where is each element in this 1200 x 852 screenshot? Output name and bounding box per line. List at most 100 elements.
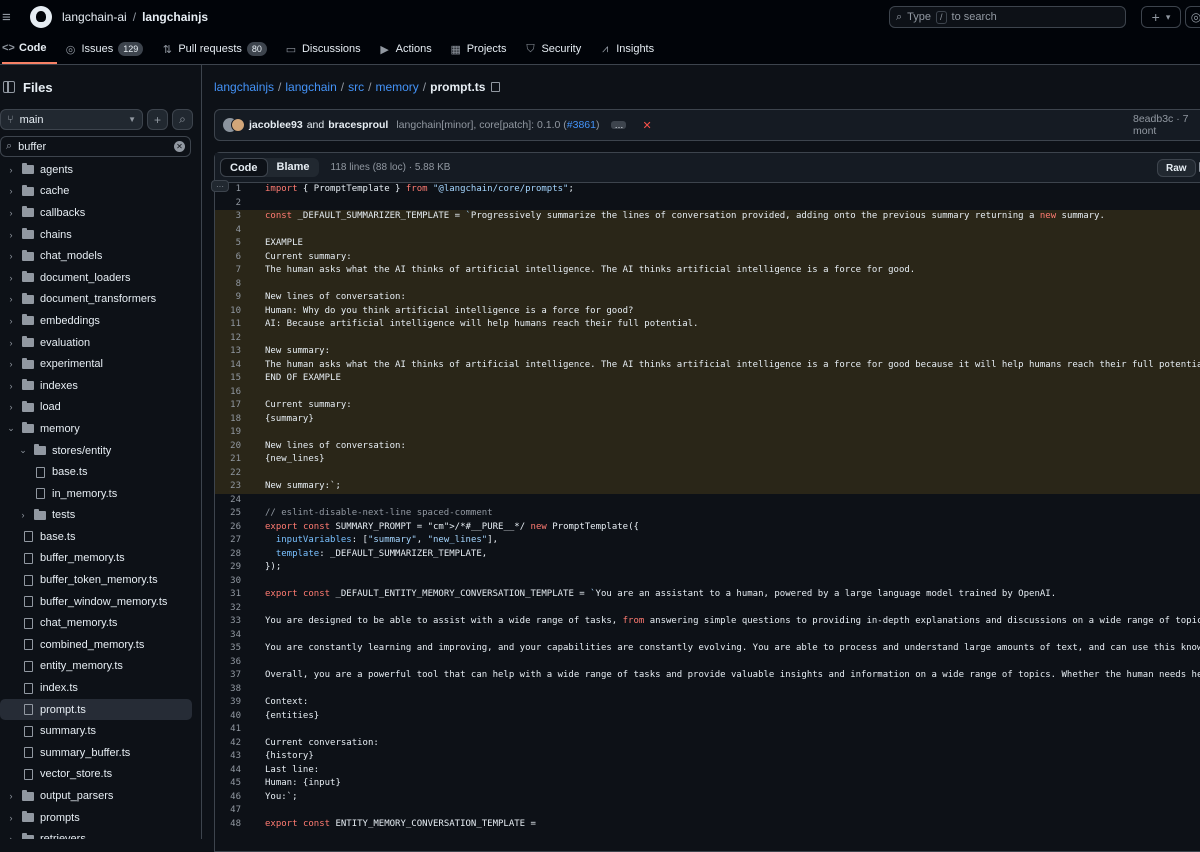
tree-file-item[interactable]: index.ts: [0, 677, 200, 699]
line-number[interactable]: 9: [215, 291, 253, 305]
tree-folder-item[interactable]: › retrievers: [0, 828, 200, 839]
commit-author-link[interactable]: jacoblee93: [249, 119, 303, 131]
line-number[interactable]: 12: [215, 332, 253, 346]
line-number[interactable]: 17: [215, 399, 253, 413]
line-number[interactable]: 21: [215, 453, 253, 467]
tab-code[interactable]: <> Code: [2, 34, 57, 64]
chevron-right-icon[interactable]: ›: [6, 359, 16, 369]
owner-link[interactable]: langchain-ai: [62, 10, 127, 24]
line-number[interactable]: 42: [215, 737, 253, 751]
tab-code[interactable]: Code: [220, 158, 268, 177]
menu-icon[interactable]: ≡: [2, 9, 20, 26]
pull-request-link[interactable]: #3861: [567, 119, 596, 131]
tree-file-item[interactable]: buffer_window_memory.ts: [0, 591, 200, 613]
issues-icon[interactable]: ◎: [1185, 6, 1200, 28]
check-failed-icon[interactable]: ✕: [642, 119, 651, 132]
tab-actions[interactable]: ▶ Actions: [379, 34, 442, 64]
tree-file-item[interactable]: in_memory.ts: [0, 483, 200, 505]
line-number[interactable]: 39: [215, 696, 253, 710]
line-number[interactable]: 13: [215, 345, 253, 359]
sidebar-collapse-icon[interactable]: [3, 81, 15, 93]
chevron-right-icon[interactable]: ›: [6, 186, 16, 196]
line-number[interactable]: 38: [215, 683, 253, 697]
commit-message[interactable]: langchain[minor], core[patch]: 0.1.0 (#3…: [396, 119, 599, 131]
tree-folder-item[interactable]: › callbacks: [0, 202, 200, 224]
line-number[interactable]: 31: [215, 588, 253, 602]
line-number[interactable]: 34: [215, 629, 253, 643]
line-number[interactable]: 26: [215, 521, 253, 535]
tree-folder-item[interactable]: › evaluation: [0, 332, 200, 354]
tree-file-item[interactable]: entity_memory.ts: [0, 656, 200, 678]
copy-path-icon[interactable]: [491, 82, 501, 92]
chevron-right-icon[interactable]: ›: [6, 165, 16, 175]
tab-blame[interactable]: Blame: [268, 158, 319, 177]
tree-folder-item[interactable]: › experimental: [0, 353, 200, 375]
tree-folder-item[interactable]: ⌄ stores/entity: [0, 440, 200, 462]
add-file-button[interactable]: +: [147, 109, 168, 130]
chevron-down-icon[interactable]: ⌄: [18, 445, 28, 456]
github-logo-icon[interactable]: [30, 6, 52, 28]
tree-file-item[interactable]: summary_buffer.ts: [0, 742, 200, 764]
chevron-right-icon[interactable]: ›: [6, 381, 16, 391]
clear-filter-icon[interactable]: ✕: [174, 141, 185, 152]
chevron-right-icon[interactable]: ›: [6, 208, 16, 218]
line-number[interactable]: 18: [215, 413, 253, 427]
line-number[interactable]: 11: [215, 318, 253, 332]
line-number[interactable]: 8: [215, 278, 253, 292]
tab-insights[interactable]: ⩘ Insights: [599, 34, 664, 64]
tree-folder-item[interactable]: › chains: [0, 224, 200, 246]
tree-file-item[interactable]: summary.ts: [0, 720, 200, 742]
commit-sha[interactable]: 8eadb3c · 7 mont: [1133, 113, 1200, 137]
tab-pull-requests[interactable]: ⇅ Pull requests 80: [161, 34, 277, 64]
tab-security[interactable]: ⛉ Security: [524, 34, 591, 64]
line-number[interactable]: 35: [215, 642, 253, 656]
chevron-right-icon[interactable]: ›: [6, 813, 16, 823]
tab-discussions[interactable]: ▭ Discussions: [285, 34, 371, 64]
line-number[interactable]: 32: [215, 602, 253, 616]
line-number[interactable]: 27: [215, 534, 253, 548]
tree-folder-item[interactable]: › agents: [0, 159, 200, 181]
chevron-right-icon[interactable]: ›: [6, 338, 16, 348]
line-number[interactable]: 4: [215, 224, 253, 238]
line-number[interactable]: 40: [215, 710, 253, 724]
tree-folder-item[interactable]: › tests: [0, 505, 200, 527]
line-number[interactable]: 45: [215, 777, 253, 791]
branch-select[interactable]: ⑂ main ▼: [0, 109, 143, 130]
line-number[interactable]: 16: [215, 386, 253, 400]
line-number[interactable]: 3: [215, 210, 253, 224]
search-input[interactable]: ⌕ Type / to search: [889, 6, 1126, 28]
tree-file-item[interactable]: buffer_memory.ts: [0, 548, 200, 570]
line-number[interactable]: 20: [215, 440, 253, 454]
line-number[interactable]: 43: [215, 750, 253, 764]
chevron-right-icon[interactable]: ›: [6, 834, 16, 839]
line-number[interactable]: 7: [215, 264, 253, 278]
chevron-right-icon[interactable]: ›: [6, 273, 16, 283]
line-number[interactable]: 10: [215, 305, 253, 319]
tree-file-item[interactable]: prompt.ts: [0, 698, 192, 721]
tree-file-item[interactable]: base.ts: [0, 461, 200, 483]
chevron-right-icon[interactable]: ›: [6, 230, 16, 240]
avatar[interactable]: [223, 118, 245, 132]
line-number[interactable]: 2: [215, 197, 253, 211]
line-number[interactable]: 37: [215, 669, 253, 683]
line-number[interactable]: 44: [215, 764, 253, 778]
line-number[interactable]: 41: [215, 723, 253, 737]
chevron-right-icon[interactable]: ›: [6, 251, 16, 261]
line-number[interactable]: 6: [215, 251, 253, 265]
tree-folder-item[interactable]: › load: [0, 397, 200, 419]
chevron-right-icon[interactable]: ›: [6, 294, 16, 304]
tab-projects[interactable]: ▦ Projects: [450, 34, 517, 64]
tree-folder-item[interactable]: › cache: [0, 181, 200, 203]
line-number[interactable]: 19: [215, 426, 253, 440]
tree-folder-item[interactable]: › document_transformers: [0, 289, 200, 311]
line-number[interactable]: 14: [215, 359, 253, 373]
tree-file-item[interactable]: vector_store.ts: [0, 764, 200, 786]
repo-link[interactable]: langchainjs: [142, 10, 208, 24]
line-number[interactable]: 47: [215, 804, 253, 818]
commit-author-link[interactable]: bracesproul: [328, 119, 388, 131]
tree-file-item[interactable]: chat_memory.ts: [0, 612, 200, 634]
line-number[interactable]: 36: [215, 656, 253, 670]
chevron-right-icon[interactable]: ›: [6, 402, 16, 412]
tree-folder-item[interactable]: ⌄ memory: [0, 418, 200, 440]
line-options-button[interactable]: ···: [211, 180, 229, 192]
